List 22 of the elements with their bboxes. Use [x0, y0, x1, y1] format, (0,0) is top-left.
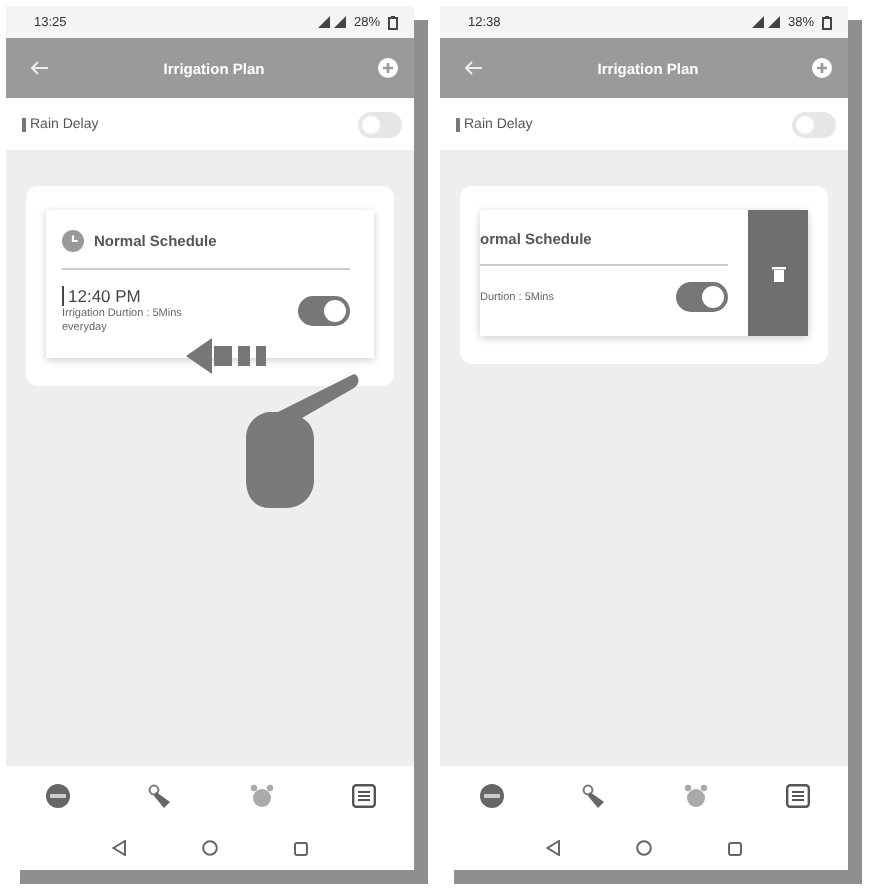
- list-icon[interactable]: [785, 784, 809, 808]
- rain-delay-toggle[interactable]: [358, 111, 402, 137]
- battery-icon: [822, 15, 832, 29]
- schedule-time: 12:40 PM: [62, 286, 182, 306]
- recents-nav-icon[interactable]: [294, 841, 308, 855]
- home-nav-icon[interactable]: [202, 840, 218, 856]
- signal-icon: [751, 16, 780, 28]
- list-icon[interactable]: [351, 784, 375, 808]
- recents-nav-icon[interactable]: [728, 841, 742, 855]
- trash-icon: [771, 265, 785, 281]
- pointing-hand-icon: [242, 370, 362, 510]
- home-nav-icon[interactable]: [636, 840, 652, 856]
- clock-icon: [62, 230, 84, 252]
- signal-icon: [317, 16, 346, 28]
- back-nav-icon[interactable]: [112, 840, 126, 856]
- back-nav-icon[interactable]: [546, 840, 560, 856]
- schedule-toggle[interactable]: [298, 295, 350, 325]
- battery-icon: [388, 15, 398, 29]
- rain-delay-toggle[interactable]: [792, 111, 836, 137]
- add-icon[interactable]: [812, 58, 832, 78]
- schedule-toggle[interactable]: [676, 282, 728, 312]
- add-icon[interactable]: [378, 58, 398, 78]
